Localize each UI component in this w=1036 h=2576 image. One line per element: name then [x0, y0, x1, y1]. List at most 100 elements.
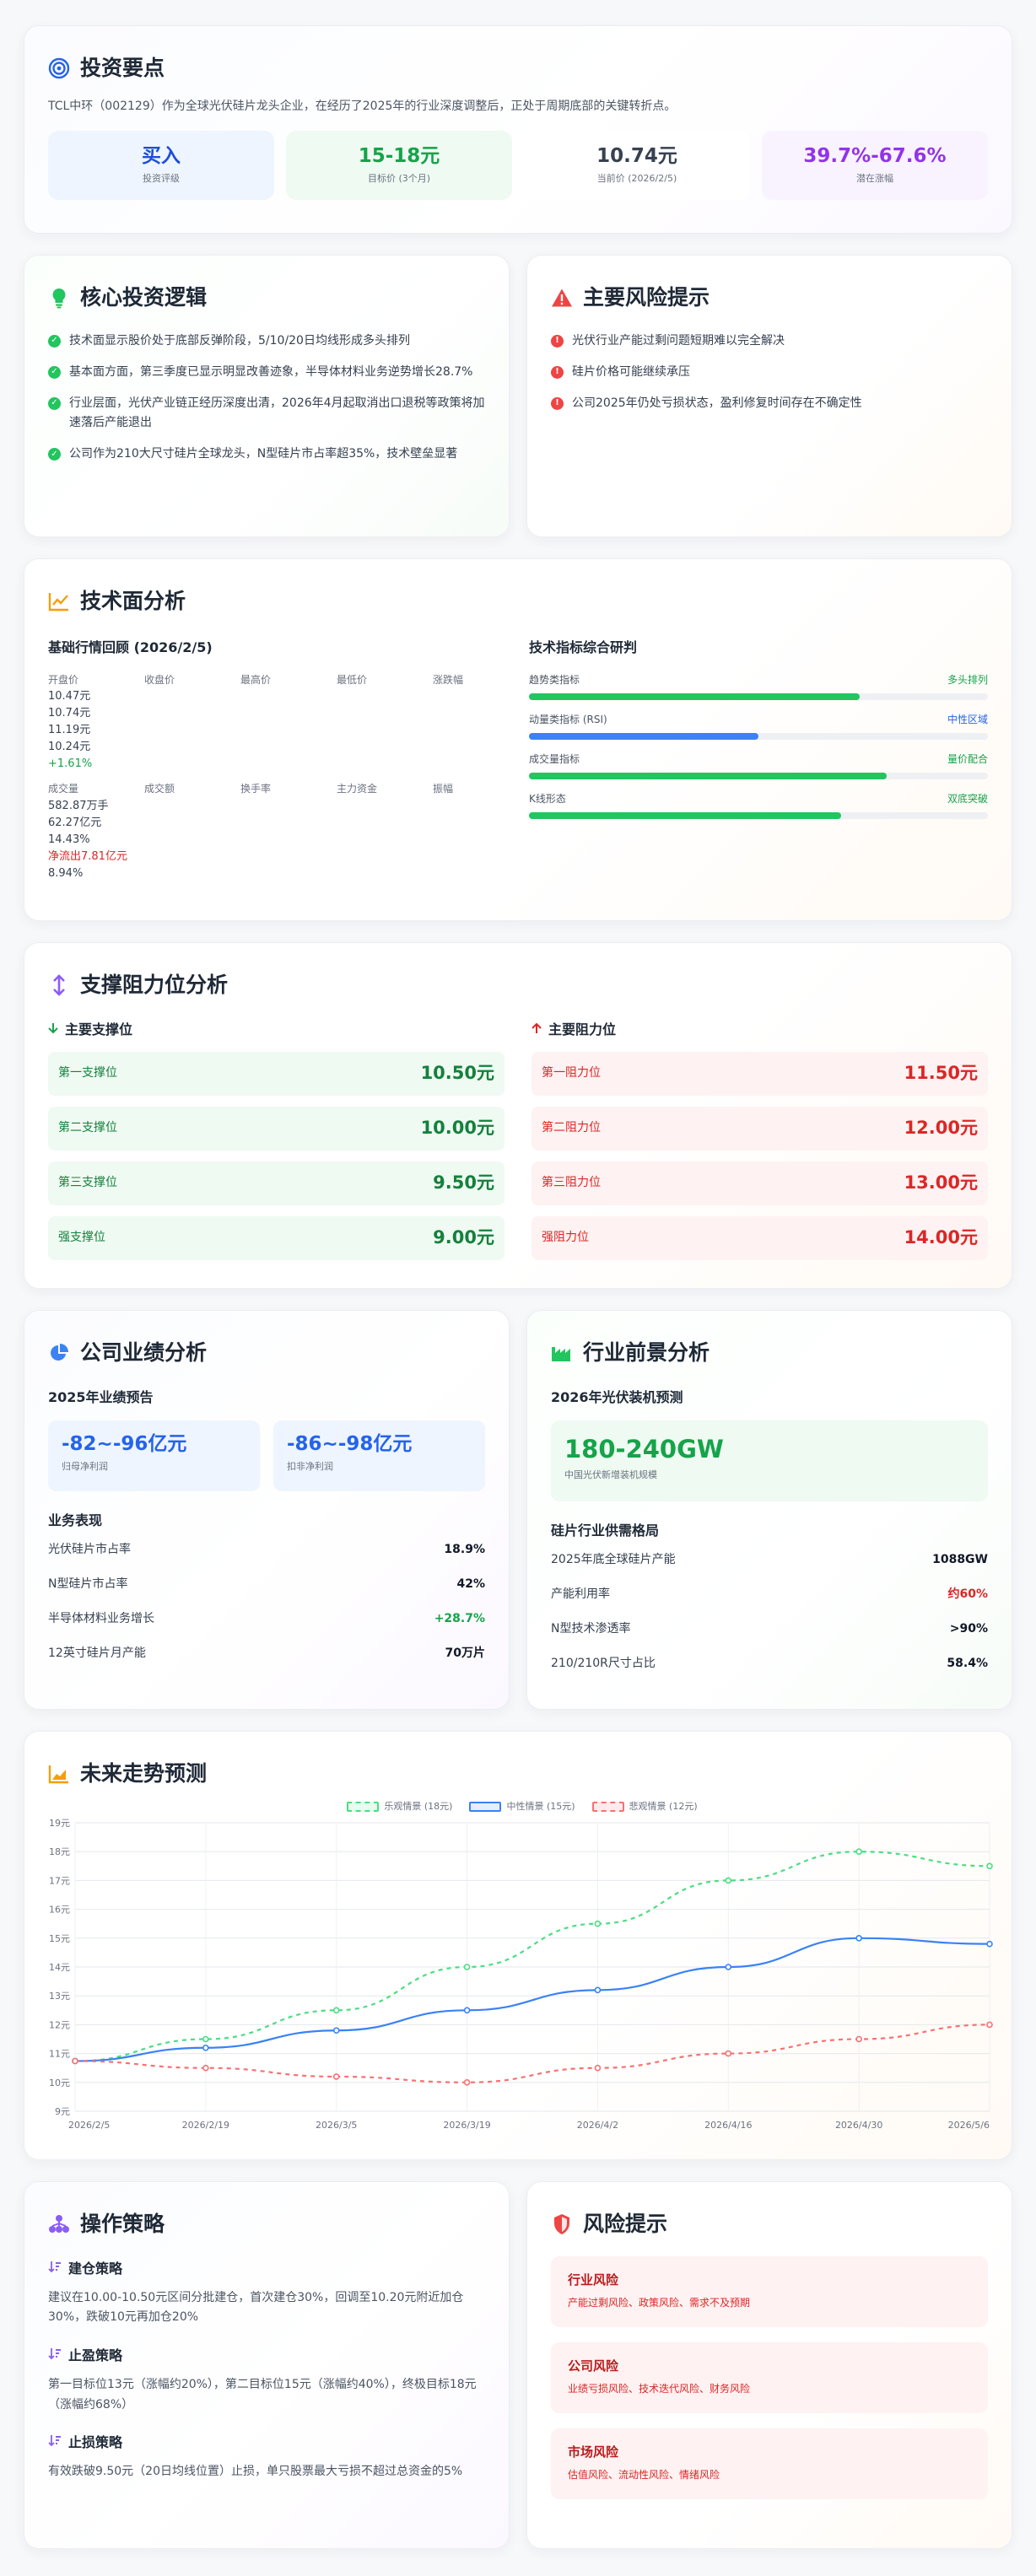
- x-tick-label: 2026/4/30: [835, 2120, 882, 2131]
- kv-value: 约60%: [947, 1587, 988, 1602]
- data-point: [463, 2078, 471, 2086]
- resistance-column: 主要阻力位 第一阻力位 11.50元 第二阻力位 12.00元 第三阻力位 13.00元强…: [531, 1019, 988, 1260]
- indicator-bar: [529, 732, 988, 740]
- kv-label: N型硅片市占率: [48, 1577, 128, 1592]
- overview-title: 投资要点: [80, 56, 165, 80]
- net-profit-box: -82~-96亿元 归母净利润: [48, 1420, 260, 1491]
- deducted-profit-box: -86~-98亿元 扣非净利润: [273, 1420, 485, 1491]
- x-tick-label: 2026/2/5: [68, 2120, 110, 2131]
- bullet-item: ✓ 技术面显示股价处于底部反弹阶段，5/10/20日均线形成多头排列: [48, 331, 485, 351]
- legend-item: 乐观情景 (18元): [347, 1799, 452, 1814]
- technical-header: 技术面分析: [48, 585, 988, 618]
- quote-value: 10.74元: [48, 706, 91, 719]
- indicator-head: K线形态 双底突破: [529, 791, 988, 807]
- kv-value: 70万片: [445, 1646, 485, 1661]
- legend-item: 悲观情景 (12元): [591, 1799, 698, 1814]
- indicator-row: 趋势类指标 多头排列: [529, 672, 988, 700]
- supply-row: 产能利用率 约60%: [551, 1577, 988, 1612]
- data-point: [463, 2007, 471, 2013]
- data-point: [725, 1963, 732, 1970]
- main-risk-title: 主要风险提示: [583, 285, 710, 310]
- technical-card: 技术面分析 基础行情回顾 (2026/2/5) 开盘价 收盘价 最高价 最低价 涨跌幅 …: [24, 558, 1012, 921]
- x-tick-label: 2026/3/19: [443, 2120, 490, 2131]
- indicator-bar-fill: [529, 812, 841, 820]
- strategy-heading-text: 止盈策略: [68, 2347, 123, 2364]
- bullet-text: 硅片价格可能继续承压: [572, 365, 690, 380]
- level-price: 11.50元: [904, 1062, 978, 1083]
- strategy-header: 操作策略: [48, 2207, 485, 2241]
- company-card: 公司业绩分析 2025年业绩预告 -82~-96亿元 归母净利润 -86~-98…: [24, 1310, 510, 1710]
- resistance-row: 第二阻力位 12.00元: [531, 1106, 988, 1151]
- bullet-item: ! 硅片价格可能继续承压: [551, 363, 988, 382]
- quote-value: 净流出7.81亿元: [48, 850, 127, 864]
- risk-header: 风险提示: [551, 2207, 988, 2241]
- quote-header-row-1: 开盘价 收盘价 最高价 最低价 涨跌幅: [48, 672, 529, 688]
- main-risk-card: 主要风险提示 ! 光伏行业产能过剩问题短期难以完全解决! 硅片价格可能继续承压! 公司…: [526, 255, 1012, 537]
- quote-value: 8.94%: [48, 867, 84, 881]
- x-tick-label: 2026/4/16: [704, 2120, 752, 2131]
- strategy-card: 操作策略 建仓策略 建议在10.00-10.50元区间分批建仓，首次建仓30%，回…: [24, 2181, 510, 2549]
- supply-row: 210/210R尺寸占比 58.4%: [551, 1646, 988, 1681]
- kv-value: 1088GW: [932, 1553, 988, 1567]
- kpi-box: 39.7%-67.6% 潜在涨幅: [762, 131, 988, 201]
- y-tick-label: 11元: [49, 2048, 70, 2059]
- level-price: 9.50元: [433, 1172, 494, 1193]
- indicator-result: 量价配合: [947, 752, 988, 765]
- net-profit-value: -82~-96亿元: [62, 1432, 187, 1455]
- risk-card: 风险提示 行业风险 产能过剩风险、政策风险、需求不及预期 公司风险 业绩亏损风险、技术…: [526, 2181, 1012, 2549]
- forecast-title: 未来走势预测: [80, 1761, 208, 1786]
- pie-chart-icon: [48, 1342, 70, 1364]
- logic-list: ✓ 技术面显示股价处于底部反弹阶段，5/10/20日均线形成多头排列 ✓ 基本面方面，…: [48, 331, 485, 464]
- company-forecast-title: 2025年业绩预告: [48, 1389, 154, 1405]
- level-name: 强支撑位: [58, 1231, 105, 1245]
- resistance-list: 第一阻力位 11.50元 第二阻力位 12.00元 第三阻力位 13.00元 强阻力位 14.…: [531, 1051, 988, 1260]
- y-tick-label: 14元: [49, 1962, 70, 1973]
- data-point: [594, 2064, 602, 2072]
- kpi-label: 投资评级: [143, 173, 180, 185]
- kpi-label: 目标价 (3个月): [367, 173, 431, 185]
- risk-box-text: 业绩亏损风险、技术迭代风险、财务风险: [568, 2383, 751, 2395]
- legend-label: 中性情景 (15元): [506, 1801, 575, 1812]
- quote-value: 62.27亿元: [48, 816, 102, 829]
- perf-row: 半导体材料业务增长 +28.7%: [48, 1602, 485, 1636]
- level-price: 10.00元: [420, 1117, 494, 1138]
- alert-circle-icon: !: [551, 335, 564, 348]
- x-tick-label: 2026/3/5: [316, 2120, 357, 2131]
- deducted-profit-value: -86~-98亿元: [287, 1432, 413, 1455]
- quote-header: 振幅: [433, 783, 454, 795]
- y-tick-label: 18元: [49, 1846, 70, 1857]
- kv-label: 半导体材料业务增长: [48, 1612, 154, 1626]
- alert-circle-icon: !: [551, 397, 564, 411]
- supply-title: 硅片行业供需格局: [551, 1522, 660, 1539]
- resistance-header: 主要阻力位: [531, 1019, 988, 1041]
- strategy-heading: 止盈策略: [48, 2345, 485, 2367]
- net-profit-label: 归母净利润: [62, 1461, 108, 1473]
- industry-header: 行业前景分析: [551, 1336, 988, 1370]
- quote-value: 582.87万手: [48, 799, 109, 812]
- perf-list: 光伏硅片市占率 18.9% N型硅片市占率 42% 半导体材料业务增长 +28.7% 12英…: [48, 1533, 485, 1671]
- perf-title: 业务表现: [48, 1512, 103, 1528]
- install-value: 180-240GW: [564, 1434, 724, 1463]
- indicator-bar-fill: [529, 732, 758, 740]
- bullet-item: ✓ 基本面方面，第三季度已显示明显改善迹象，半导体材料业务逆势增长28.7%: [48, 363, 485, 382]
- legend-swatch: [591, 1802, 624, 1812]
- logic-title: 核心投资逻辑: [80, 285, 208, 310]
- quote-header: 成交量: [48, 783, 79, 795]
- check-circle-icon: ✓: [48, 335, 61, 348]
- hierarchy-icon: [48, 2213, 70, 2235]
- install-box: 180-240GW 中国光伏新增装机规模: [551, 1420, 988, 1501]
- quote-value: 10.47元: [48, 689, 91, 703]
- legend-swatch: [347, 1802, 380, 1812]
- main-risk-header: 主要风险提示: [551, 281, 988, 315]
- bullet-item: ! 公司2025年仍处亏损状态，盈利修复时间存在不确定性: [551, 394, 988, 413]
- data-point: [725, 1877, 732, 1883]
- deducted-profit-label: 扣非净利润: [287, 1461, 333, 1473]
- risk-box-title: 市场风险: [568, 2444, 619, 2460]
- kpi-value: 15-18元: [358, 144, 440, 167]
- quote-value: 14.43%: [48, 833, 90, 846]
- level-name: 第一支撑位: [58, 1066, 117, 1081]
- data-point: [986, 1862, 993, 1869]
- alert-circle-icon: !: [551, 366, 564, 380]
- quote-value: +1.61%: [48, 757, 93, 771]
- risk-box: 公司风险 业绩亏损风险、技术迭代风险、财务风险: [551, 2342, 988, 2413]
